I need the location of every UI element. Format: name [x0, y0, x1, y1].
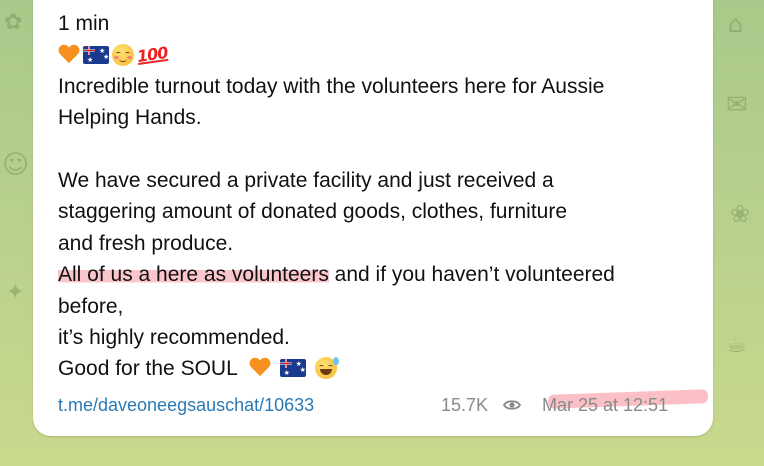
paragraph-1-line-2: Helping Hands. [58, 106, 202, 130]
volunteer-line-rest: and if you haven’t volunteered [328, 263, 615, 287]
hundred-points-icon: 100 [135, 43, 169, 67]
paragraph-2-line-1: We have secured a private facility and j… [58, 169, 554, 192]
orange-heart-icon [249, 358, 271, 378]
eye-icon [503, 400, 521, 410]
message-text[interactable]: 1 min ★ ★ ★ 100 Incredible turnout today… [58, 8, 698, 385]
australia-flag-icon: ★ ★ ★ [279, 359, 306, 378]
grinning-sweat-face-icon [314, 357, 339, 380]
doodle-icon: ⌂ [728, 10, 744, 38]
paragraph-1-line-1: Incredible turnout today with the volunt… [58, 74, 605, 98]
paragraph-2-line-3: and fresh produce. [58, 231, 234, 255]
smiling-face-icon [112, 44, 134, 67]
volunteer-line: All of us a here as volunteers and if yo… [58, 259, 698, 290]
lead-emoji-row: ★ ★ ★ 100 [58, 39, 698, 70]
timestamp: Mar 25 at 12:51 [542, 395, 669, 415]
doodle-icon: ☺ [2, 150, 30, 180]
recommended-line: it’s highly recommended. [58, 326, 290, 350]
message-footer: t.me/daveoneegsauschat/10633 15.7K Mar 2… [58, 389, 709, 420]
message-header: 1 min [58, 12, 110, 35]
doodle-icon: ☕ [726, 330, 748, 358]
orange-heart-icon [58, 45, 80, 65]
closing-text: Good for the SOUL [58, 357, 237, 381]
paragraph-2-line-2: staggering amount of donated goods, clot… [58, 200, 568, 224]
closing-line: Good for the SOUL ★ ★ ★ [58, 353, 698, 384]
highlighted-text: All of us a here as volunteers [58, 263, 329, 287]
view-count: 15.7K [441, 395, 489, 415]
doodle-icon: ✦ [6, 280, 25, 305]
message-link[interactable]: t.me/daveoneegsauschat/10633 [58, 395, 314, 416]
doodle-icon: ✿ [4, 10, 23, 35]
before-line: before, [58, 294, 124, 318]
doodle-icon: ❀ [730, 200, 751, 228]
doodle-icon: ✉ [726, 90, 748, 120]
australia-flag-icon: ★ ★ ★ [83, 46, 109, 65]
